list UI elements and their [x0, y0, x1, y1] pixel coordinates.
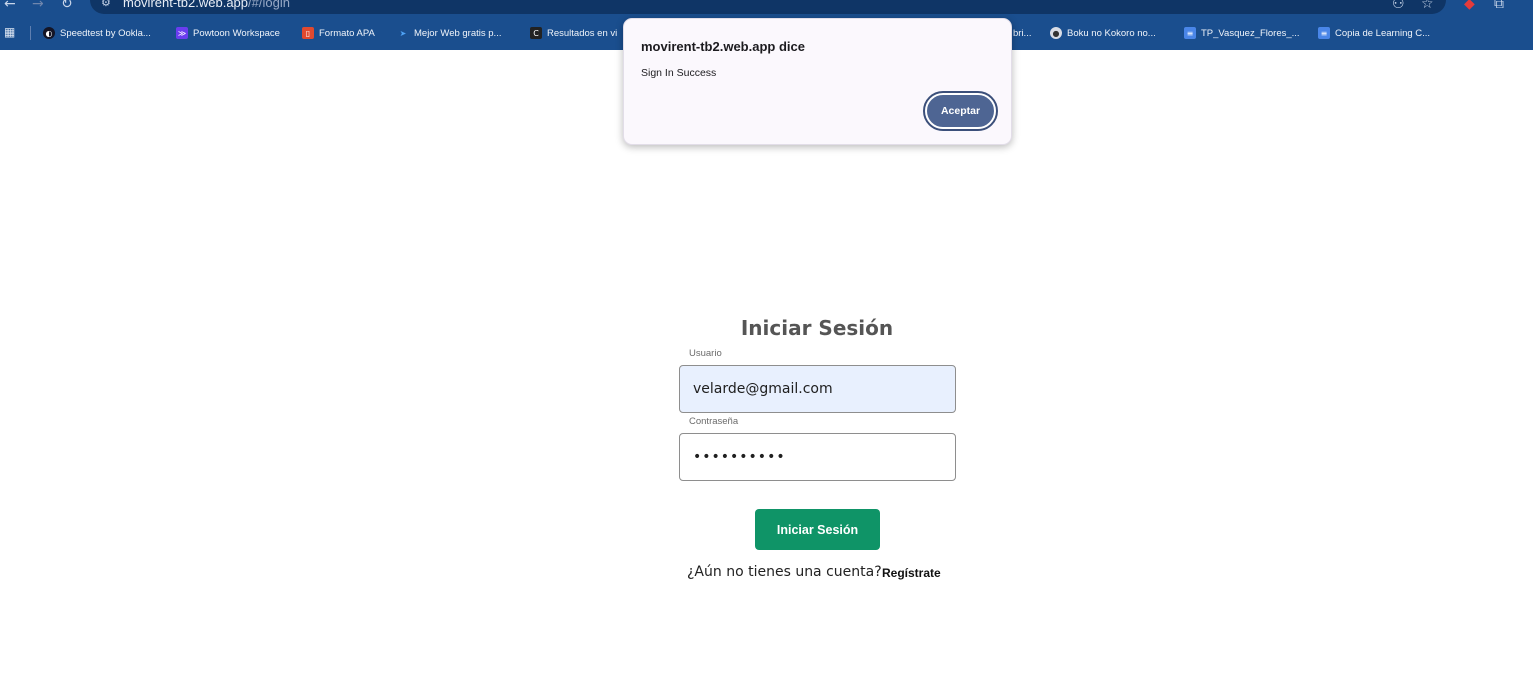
browser-toolbar: ← → ↻ ⚙ movirent-tb2.web.app/#/login ⚇ ☆… — [0, 0, 1533, 17]
sign-in-button[interactable]: Iniciar Sesión — [755, 509, 880, 550]
extensions-icon[interactable]: ⚇ — [1392, 0, 1405, 12]
c-icon: C — [530, 27, 542, 39]
username-label: Usuario — [689, 348, 722, 359]
shield-icon[interactable]: ◆ — [1464, 0, 1475, 12]
bookmark-label: Boku no Kokoro no... — [1067, 27, 1156, 39]
bookmark-label: Copia de Learning C... — [1335, 27, 1431, 39]
url-path: /#/login — [248, 0, 290, 10]
chat-icon: ● — [1050, 27, 1062, 39]
address-bar[interactable] — [90, 0, 1446, 14]
doc-icon: ≡ — [1184, 27, 1196, 39]
bookmark-item[interactable]: ≡ TP_Vasquez_Flores_... — [1184, 25, 1300, 41]
bookmark-item[interactable]: ● Boku no Kokoro no... — [1050, 25, 1156, 41]
signup-prompt: ¿Aún no tienes una cuenta? — [687, 564, 882, 580]
bookmark-star-icon[interactable]: ☆ — [1421, 0, 1434, 12]
bookmark-item[interactable]: ≫ Powtoon Workspace — [176, 25, 280, 41]
bookmarks-divider — [30, 26, 31, 40]
doc-icon: ≡ — [1318, 27, 1330, 39]
password-label: Contraseña — [689, 416, 739, 427]
dialog-message: Sign In Success — [641, 67, 717, 79]
bookmark-label: Resultados en vi — [547, 27, 618, 39]
puzzle-icon[interactable]: ⧉ — [1494, 0, 1504, 12]
reload-icon[interactable]: ↻ — [61, 0, 73, 12]
powtoon-icon: ≫ — [176, 27, 188, 39]
speedtest-icon: ◐ — [43, 27, 55, 39]
url-host: movirent-tb2.web.app — [123, 0, 249, 10]
bookmark-item[interactable]: ➤ Mejor Web gratis p... — [397, 25, 502, 41]
bookmark-label: TP_Vasquez_Flores_... — [1201, 27, 1300, 39]
signup-link[interactable]: Regístrate — [882, 566, 941, 580]
book-icon: ▯ — [302, 27, 314, 39]
password-field[interactable] — [679, 433, 956, 481]
page-title: Iniciar Sesión — [740, 316, 894, 340]
back-icon[interactable]: ← — [4, 0, 16, 12]
dialog-title: movirent-tb2.web.app dice — [641, 39, 805, 54]
bookmark-label: Speedtest by Ookla... — [60, 27, 151, 39]
alert-dialog: movirent-tb2.web.app dice Sign In Succes… — [623, 18, 1012, 145]
bookmark-item[interactable]: bri... — [1013, 25, 1031, 41]
bookmark-label: bri... — [1013, 27, 1032, 39]
username-field[interactable] — [679, 365, 956, 413]
bookmark-item[interactable]: C Resultados en vi — [530, 25, 617, 41]
apps-grid-icon[interactable]: ▦ — [4, 25, 18, 39]
bookmark-item[interactable]: ◐ Speedtest by Ookla... — [43, 25, 151, 41]
site-info-icon[interactable]: ⚙ — [101, 0, 111, 9]
bookmark-item[interactable]: ≡ Copia de Learning C... — [1318, 25, 1430, 41]
bookmark-item[interactable]: ▯ Formato APA — [302, 25, 375, 41]
bookmark-label: Formato APA — [319, 27, 375, 39]
arrow-icon: ➤ — [399, 28, 407, 38]
bookmark-label: Mejor Web gratis p... — [414, 27, 502, 39]
bookmark-label: Powtoon Workspace — [193, 27, 280, 39]
accept-button[interactable]: Aceptar — [923, 91, 998, 131]
forward-icon[interactable]: → — [32, 0, 44, 12]
address-text[interactable]: movirent-tb2.web.app/#/login — [123, 0, 290, 10]
